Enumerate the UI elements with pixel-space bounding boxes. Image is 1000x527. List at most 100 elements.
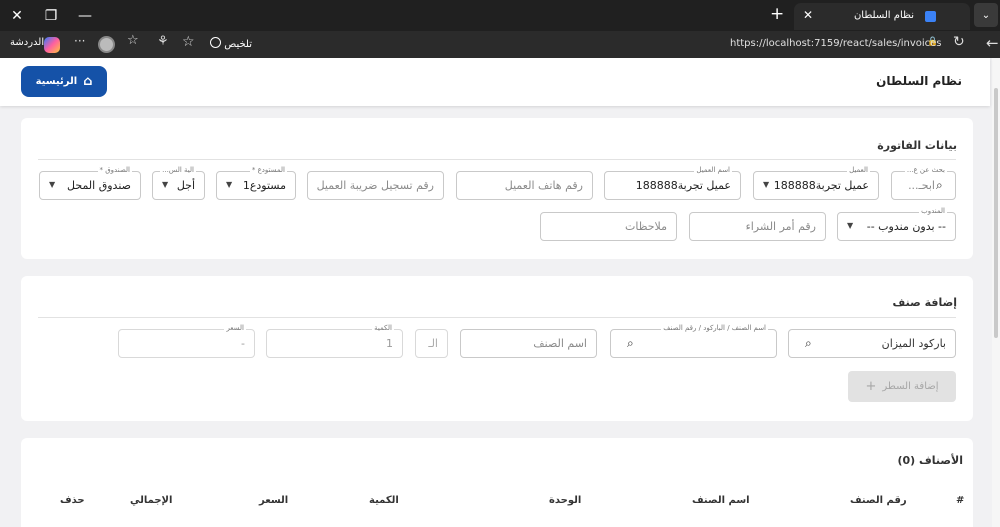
tab-close-icon[interactable]: ✕ — [803, 8, 813, 22]
home-button[interactable]: ⌂ الرئيسية — [21, 66, 107, 97]
refresh-icon[interactable]: ↻ — [953, 34, 965, 50]
customer-name-value: عميل تجربة188888 — [635, 179, 731, 192]
tab-favicon — [925, 11, 936, 22]
quantity-label: الكمية — [372, 324, 394, 333]
column-header-index: # — [956, 495, 965, 506]
customer-name-label: اسم العميل — [694, 166, 732, 175]
column-header-unit[interactable]: الوحدة — [549, 495, 581, 506]
window-minimize-button[interactable]: — — [68, 0, 102, 31]
column-header-price[interactable]: السعر — [259, 495, 288, 506]
add-line-label: إضافة السطر — [882, 381, 939, 392]
home-icon: ⌂ — [83, 74, 93, 89]
invoice-data-card: بيانات الفاتورة بحث عن ع... ⌕ ابحـ... ال… — [21, 118, 973, 259]
app-title: نظام السلطان — [876, 74, 962, 88]
warehouse-value: مستودع1 — [242, 179, 286, 192]
column-header-total[interactable]: الإجمالي — [130, 495, 172, 506]
quantity-field[interactable]: الكمية 1 — [266, 324, 403, 358]
customer-select[interactable]: العميل عميل تجربة188888 ▼ — [753, 166, 879, 200]
column-header-item-name[interactable]: اسم الصنف — [692, 495, 750, 506]
chevron-down-icon: ▼ — [49, 180, 56, 189]
price-label: السعر — [224, 324, 246, 333]
item-search-label: اسم الصنف / الباركود / رقم الصنف — [661, 324, 768, 333]
customer-select-label: العميل — [847, 166, 870, 175]
window-close-button[interactable]: ✕ — [0, 0, 34, 31]
back-icon[interactable]: ← — [986, 34, 999, 52]
column-header-quantity[interactable]: الكمية — [369, 495, 399, 506]
add-line-button[interactable]: إضافة السطر + — [848, 371, 956, 402]
purchase-order-placeholder: رقم أمر الشراء — [745, 220, 816, 233]
quantity-value: 1 — [386, 337, 393, 350]
item-name-field[interactable]: اسم الصنف — [460, 329, 597, 358]
customer-name-field[interactable]: اسم العميل عميل تجربة188888 — [604, 166, 741, 200]
url-text[interactable]: https://localhost:7159/react/sales/invoi… — [730, 38, 942, 49]
customer-phone-field[interactable]: رقم هاتف العميل — [456, 171, 593, 200]
notes-placeholder: ملاحظات — [625, 220, 667, 233]
favorite-star-icon[interactable]: ☆ — [182, 34, 195, 50]
cashbox-value: صندوق المحل — [67, 179, 131, 192]
divider — [38, 317, 956, 318]
summarize-icon — [210, 37, 221, 48]
customer-tax-field[interactable]: رقم تسجيل ضريبة العميل — [307, 171, 444, 200]
scale-barcode-field[interactable]: ⌕ باركود الميزان — [788, 329, 956, 358]
copilot-icon[interactable] — [44, 37, 60, 53]
cashbox-select[interactable]: الصندوق * صندوق المحل ▼ — [39, 166, 141, 200]
home-button-label: الرئيسية — [35, 76, 78, 87]
more-options-icon[interactable]: ··· — [74, 34, 85, 48]
sales-rep-value: -- بدون مندوب -- — [866, 220, 946, 233]
add-item-title: إضافة صنف — [892, 296, 957, 309]
column-header-item-number[interactable]: رقم الصنف — [850, 495, 907, 506]
customer-search-label: بحث عن ع... — [904, 166, 947, 175]
customer-search-placeholder: ابحـ... — [908, 179, 935, 192]
summarize-label: تلخيص — [224, 39, 253, 50]
add-item-card: إضافة صنف ⌕ باركود الميزان اسم الصنف / ا… — [21, 276, 973, 421]
summarize-chip[interactable]: تلخيص — [208, 37, 252, 50]
profile-avatar[interactable] — [98, 36, 115, 53]
divider — [38, 159, 956, 160]
purchase-order-field[interactable]: رقم أمر الشراء — [689, 212, 826, 241]
search-icon: ⌕ — [936, 178, 943, 192]
extensions-icon[interactable]: ⚘ — [157, 34, 169, 49]
window-titlebar: ✕ ❐ — + ✕ نظام السلطان ⌄ — [0, 0, 1000, 31]
items-title: الأصناف (0) — [897, 454, 963, 467]
search-icon: ⌕ — [805, 336, 812, 350]
warehouse-label: المستودع * — [249, 166, 287, 175]
item-search-field[interactable]: اسم الصنف / الباركود / رقم الصنف ⌕ — [610, 324, 777, 358]
app-header: نظام السلطان ⌂ الرئيسية — [0, 58, 990, 106]
favorites-icon[interactable]: ☆ — [127, 33, 139, 48]
customer-tax-placeholder: رقم تسجيل ضريبة العميل — [316, 179, 434, 192]
payment-method-label: الية الس... — [160, 166, 196, 175]
customer-select-value: عميل تجربة188888 — [773, 179, 869, 192]
tab-actions-menu-icon[interactable]: ⌄ — [974, 3, 998, 27]
price-field[interactable]: السعر - — [118, 324, 255, 358]
scale-barcode-placeholder: باركود الميزان — [881, 337, 946, 350]
search-icon: ⌕ — [627, 336, 634, 350]
chevron-down-icon: ▼ — [226, 180, 233, 189]
tab-title: نظام السلطان — [853, 10, 914, 21]
warehouse-select[interactable]: المستودع * مستودع1 ▼ — [216, 166, 296, 200]
payment-method-select[interactable]: الية الس... أجل ▼ — [152, 166, 205, 200]
page-viewport: نظام السلطان ⌂ الرئيسية بيانات الفاتورة … — [0, 58, 1000, 527]
sales-rep-select[interactable]: المندوب -- بدون مندوب -- ▼ — [837, 207, 956, 241]
customer-phone-placeholder: رقم هاتف العميل — [504, 179, 583, 192]
chevron-down-icon: ▼ — [847, 221, 854, 230]
window-restore-button[interactable]: ❐ — [34, 0, 68, 31]
chevron-down-icon: ▼ — [162, 180, 169, 189]
column-header-delete: حذف — [60, 495, 85, 506]
unit-field[interactable]: الـ — [415, 329, 448, 358]
new-tab-button[interactable]: + — [770, 4, 784, 24]
notes-field[interactable]: ملاحظات — [540, 212, 677, 241]
invoice-data-title: بيانات الفاتورة — [877, 139, 957, 152]
scrollbar[interactable] — [992, 58, 1000, 527]
chevron-down-icon: ▼ — [763, 180, 770, 189]
customer-search-input[interactable]: بحث عن ع... ⌕ ابحـ... — [891, 166, 956, 200]
plus-icon: + — [865, 379, 877, 394]
sales-rep-label: المندوب — [919, 207, 947, 216]
browser-tab-active[interactable]: ✕ نظام السلطان — [794, 3, 970, 30]
item-name-placeholder: اسم الصنف — [533, 337, 587, 350]
price-value: - — [241, 337, 245, 350]
scrollbar-thumb[interactable] — [994, 88, 998, 338]
chat-label[interactable]: الدردشة — [10, 37, 44, 48]
browser-address-bar: ← ↻ 🔒 https://localhost:7159/react/sales… — [0, 31, 1000, 58]
unit-placeholder: الـ — [428, 337, 438, 350]
payment-method-value: أجل — [176, 179, 195, 192]
